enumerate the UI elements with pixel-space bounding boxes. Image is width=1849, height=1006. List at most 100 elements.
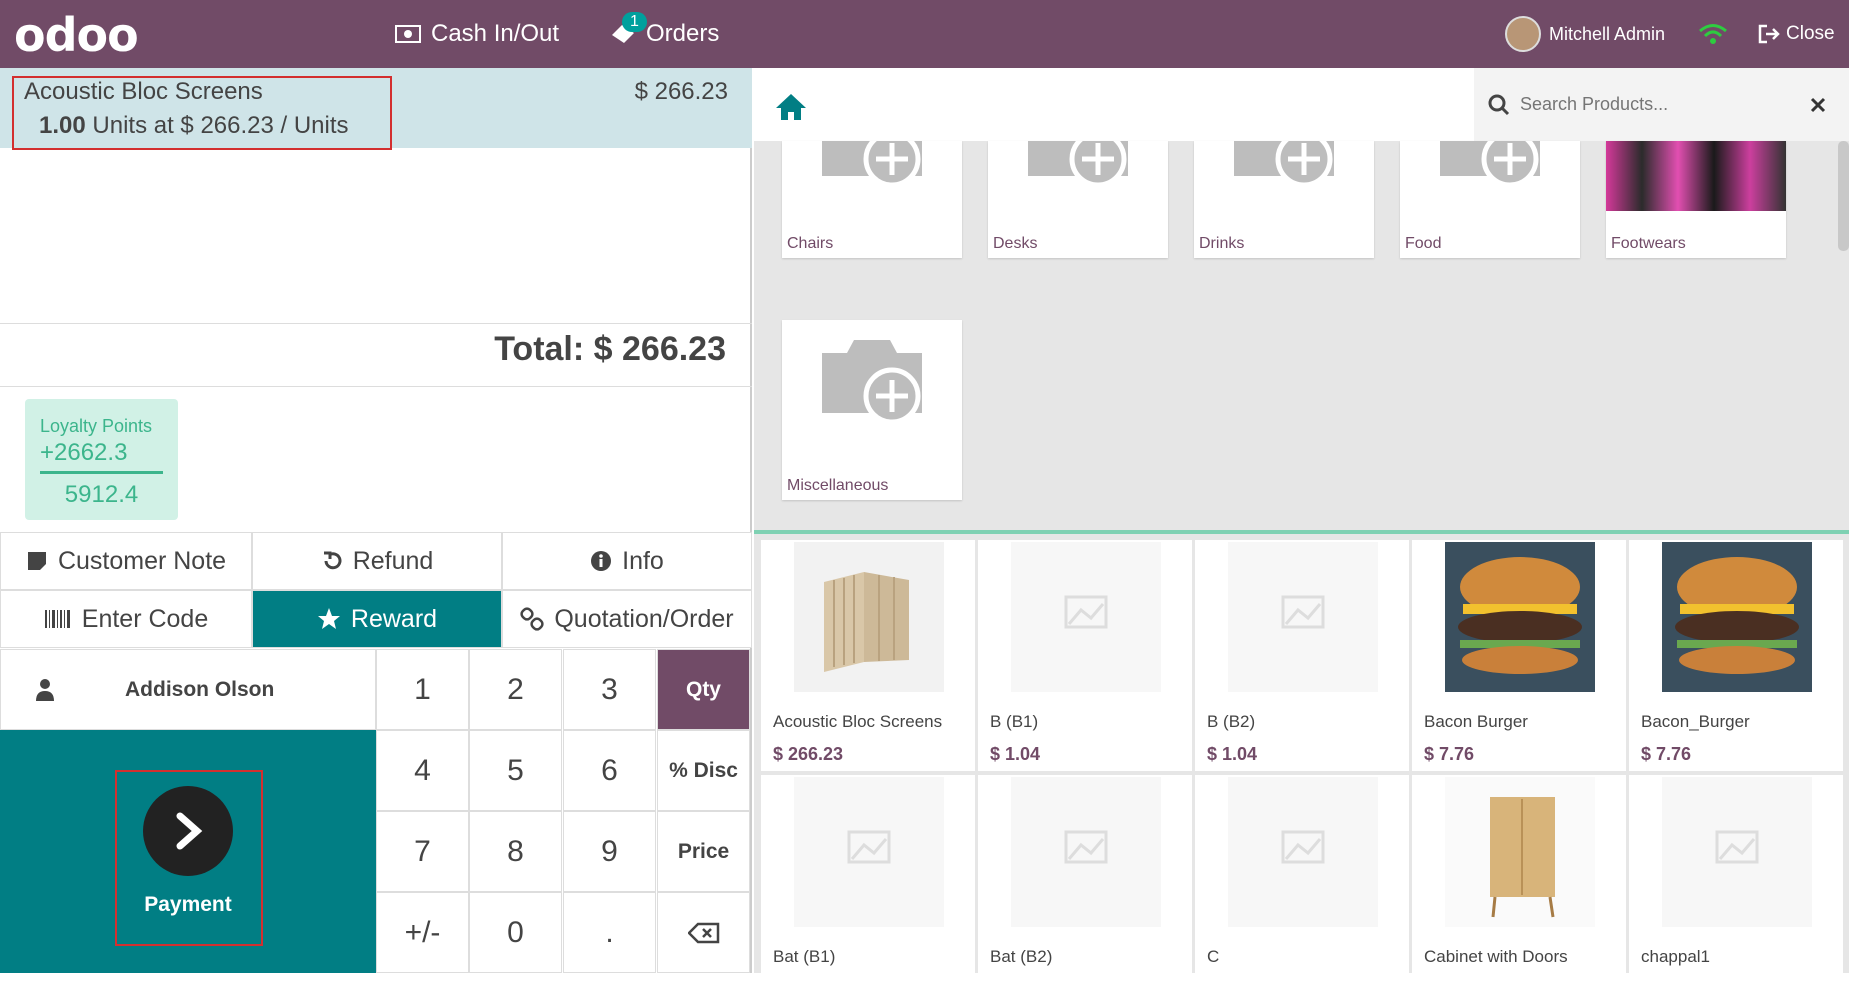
camera-plus-icon <box>822 141 922 188</box>
product-card[interactable]: chappal1 <box>1629 775 1843 1006</box>
product-price: $ 7.76 <box>1641 744 1692 764</box>
category-label: Food <box>1405 235 1442 252</box>
burger-image <box>1445 542 1595 692</box>
numpad-qty-mode[interactable]: Qty <box>657 649 750 730</box>
camera-plus-icon <box>822 340 922 425</box>
loyalty-won: +2662.3 <box>40 439 128 466</box>
product-card[interactable]: Bacon_Burger $ 7.76 <box>1629 540 1843 771</box>
reward-button[interactable]: Reward <box>252 590 502 648</box>
user-menu[interactable]: Mitchell Admin <box>1505 0 1665 68</box>
product-card[interactable]: B (B2) $ 1.04 <box>1195 540 1409 771</box>
search-input[interactable] <box>1520 94 1810 115</box>
numpad-key-2[interactable]: 2 <box>469 649 562 730</box>
category-food[interactable]: Food <box>1400 141 1580 258</box>
order-total: Total: $ 266.23 <box>494 330 726 368</box>
refund-button[interactable]: Refund <box>252 532 502 590</box>
search-bar <box>1474 68 1849 141</box>
wifi-icon <box>1699 24 1727 44</box>
cabinet-image <box>1445 777 1595 927</box>
placeholder-image-icon <box>1662 777 1812 927</box>
category-label: Drinks <box>1199 235 1245 252</box>
product-header <box>754 68 1849 141</box>
numpad-key-9[interactable]: 9 <box>563 811 656 892</box>
sign-out-icon <box>1758 24 1780 44</box>
highlight-box <box>12 76 392 150</box>
numpad-discount-mode[interactable]: % Disc <box>657 730 750 811</box>
category-label: Desks <box>993 235 1038 252</box>
top-bar: odoo Cash In/Out Orders 1 Mitchell Admin… <box>0 0 1849 68</box>
close-button[interactable]: Close <box>1758 0 1835 68</box>
product-card[interactable]: Bat (B1) <box>761 775 975 1006</box>
quotation-order-button[interactable]: Quotation/Order <box>502 590 752 648</box>
placeholder-image-icon <box>1228 542 1378 692</box>
numpad-key-7[interactable]: 7 <box>376 811 469 892</box>
category-scrollbar[interactable] <box>1838 141 1849 251</box>
quotation-order-label: Quotation/Order <box>554 604 734 633</box>
order-panel: Acoustic Bloc Screens 1.00 Units at $ 26… <box>0 68 752 973</box>
numpad-key-3[interactable]: 3 <box>563 649 656 730</box>
numpad-key-6[interactable]: 6 <box>563 730 656 811</box>
highlight-box <box>115 770 263 946</box>
product-card[interactable]: Acoustic Bloc Screens $ 266.23 <box>761 540 975 771</box>
numpad-key-5[interactable]: 5 <box>469 730 562 811</box>
category-desks[interactable]: Desks <box>988 141 1168 258</box>
numpad-key-8[interactable]: 8 <box>469 811 562 892</box>
product-name: chappal1 <box>1641 947 1711 966</box>
product-card[interactable]: Cabinet with Doors <box>1412 775 1626 1006</box>
footwears-image <box>1606 141 1786 211</box>
product-screen: Chairs Desks Drinks Food Footwears Misce… <box>754 68 1849 1006</box>
product-name: B (B2) <box>1207 712 1256 731</box>
divider <box>0 323 752 324</box>
home-icon[interactable] <box>774 92 808 122</box>
orders-button[interactable]: Orders <box>610 0 719 68</box>
product-name: Bacon_Burger <box>1641 712 1750 731</box>
loyalty-divider <box>40 471 163 474</box>
category-label: Footwears <box>1611 235 1686 252</box>
product-card[interactable]: B (B1) $ 1.04 <box>978 540 1192 771</box>
camera-plus-icon <box>1028 141 1128 188</box>
undo-icon <box>323 551 342 570</box>
category-chairs[interactable]: Chairs <box>782 141 962 258</box>
product-card[interactable]: Bacon Burger $ 7.76 <box>1412 540 1626 771</box>
product-image <box>794 542 944 692</box>
cash-in-out-button[interactable]: Cash In/Out <box>395 0 559 68</box>
product-price: $ 1.04 <box>1207 744 1258 764</box>
placeholder-image-icon <box>1228 777 1378 927</box>
category-footwears[interactable]: Footwears <box>1606 141 1786 258</box>
product-list: Acoustic Bloc Screens $ 266.23 B (B1) $ … <box>754 534 1849 1006</box>
enter-code-label: Enter Code <box>81 604 209 633</box>
star-icon <box>317 608 340 629</box>
product-price: $ 7.76 <box>1424 744 1475 764</box>
avatar <box>1505 16 1541 52</box>
orders-count-badge: 1 <box>622 12 647 32</box>
camera-plus-icon <box>1234 141 1334 188</box>
product-card[interactable]: Bat (B2) <box>978 775 1192 1006</box>
product-card[interactable]: C <box>1195 775 1409 1006</box>
numpad-key-1[interactable]: 1 <box>376 649 469 730</box>
loyalty-total: 5912.4 <box>64 481 139 508</box>
placeholder-image-icon <box>1011 777 1161 927</box>
cash-in-out-label: Cash In/Out <box>431 20 560 47</box>
cash-icon <box>395 25 421 43</box>
note-icon <box>27 552 46 570</box>
product-price: $ 266.23 <box>773 744 844 764</box>
numpad-decimal[interactable]: . <box>563 892 656 973</box>
product-name: C <box>1207 947 1220 966</box>
numpad-plus-minus[interactable]: +/- <box>376 892 469 973</box>
numpad-price-mode[interactable]: Price <box>657 811 750 892</box>
odoo-logo: odoo <box>14 8 139 62</box>
customer-note-button[interactable]: Customer Note <box>0 532 252 590</box>
numpad-key-0[interactable]: 0 <box>469 892 562 973</box>
category-label: Miscellaneous <box>787 477 889 494</box>
loyalty-points-card: Loyalty Points +2662.3 5912.4 <box>25 399 178 520</box>
close-icon[interactable] <box>1810 97 1826 113</box>
product-name: Bat (B1) <box>773 947 836 966</box>
enter-code-button[interactable]: Enter Code <box>0 590 252 648</box>
customer-button[interactable]: Addison Olson <box>0 649 376 730</box>
category-drinks[interactable]: Drinks <box>1194 141 1374 258</box>
numpad-backspace[interactable] <box>657 892 750 973</box>
link-icon <box>520 607 545 631</box>
info-button[interactable]: Info <box>502 532 752 590</box>
category-miscellaneous[interactable]: Miscellaneous <box>782 320 962 500</box>
numpad-key-4[interactable]: 4 <box>376 730 469 811</box>
